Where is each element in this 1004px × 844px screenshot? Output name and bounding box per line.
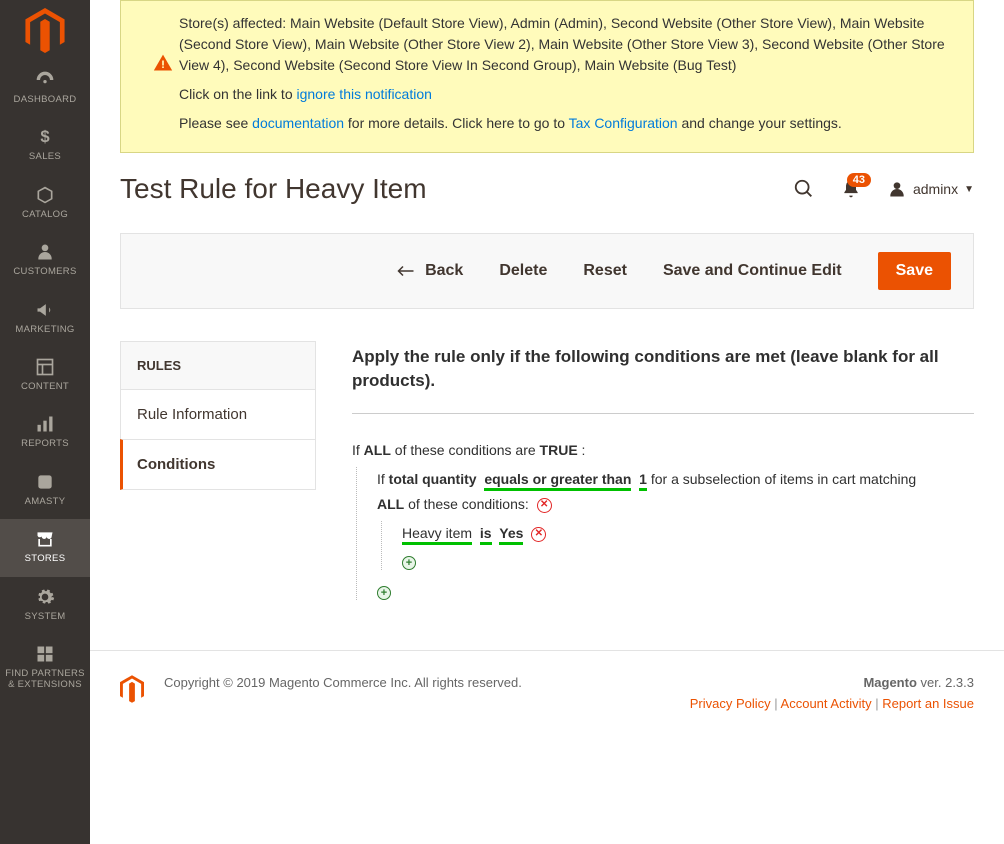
nav-dashboard[interactable]: DASHBOARD (0, 60, 90, 117)
operator-equals-or-greater[interactable]: equals or greater than (484, 471, 631, 491)
tabs-header: RULES (120, 341, 316, 390)
copyright-text: Copyright © 2019 Magento Commerce Inc. A… (164, 675, 670, 690)
save-button[interactable]: Save (878, 252, 951, 290)
add-condition-icon[interactable]: + (402, 556, 416, 570)
remove-condition-icon[interactable]: ✕ (531, 527, 546, 542)
chart-icon (35, 414, 55, 434)
value-yes[interactable]: Yes (499, 525, 523, 545)
system-notification: Store(s) affected: Main Website (Default… (120, 0, 974, 153)
back-button[interactable]: Back (397, 262, 463, 280)
nav-reports[interactable]: REPORTS (0, 404, 90, 461)
main-content: Store(s) affected: Main Website (Default… (90, 0, 1004, 844)
nav-marketing[interactable]: MARKETING (0, 290, 90, 347)
tab-rule-information[interactable]: Rule Information (120, 389, 316, 440)
side-tabs: RULES Rule Information Conditions (120, 341, 316, 600)
box-icon (35, 185, 55, 205)
notifications-button[interactable]: 43 (841, 179, 861, 199)
attribute-total-quantity[interactable]: total quantity (389, 471, 477, 487)
amasty-icon (35, 472, 55, 492)
magento-logo[interactable] (0, 0, 90, 60)
username: adminx (913, 181, 958, 197)
dollar-icon: $ (35, 127, 55, 147)
operator-is[interactable]: is (480, 525, 492, 545)
notification-stores: Store(s) affected: Main Website (Default… (179, 13, 957, 76)
conditions-panel: Apply the rule only if the following con… (352, 341, 974, 600)
conditions-heading: Apply the rule only if the following con… (352, 345, 974, 393)
layout-icon (35, 357, 55, 377)
store-icon (35, 529, 55, 549)
condition-heavy-item: Heavy item is Yes ✕ (402, 521, 974, 546)
delete-button[interactable]: Delete (499, 262, 547, 280)
privacy-policy-link[interactable]: Privacy Policy (690, 696, 771, 711)
nav-sales[interactable]: $SALES (0, 117, 90, 174)
ignore-notification-link[interactable]: ignore this notification (297, 86, 432, 102)
sub-aggregator-all[interactable]: ALL (377, 496, 404, 512)
nav-customers[interactable]: CUSTOMERS (0, 232, 90, 289)
person-icon (35, 242, 55, 262)
aggregator-all[interactable]: ALL (364, 442, 391, 458)
nav-stores[interactable]: STORES (0, 519, 90, 576)
megaphone-icon (35, 300, 55, 320)
condition-root: If ALL of these conditions are TRUE : (352, 438, 974, 463)
search-button[interactable] (793, 178, 815, 200)
page-title: Test Rule for Heavy Item (120, 173, 793, 205)
condition-subselection: If total quantity equals or greater than… (377, 467, 974, 517)
blocks-icon (35, 644, 55, 664)
user-dropdown[interactable]: adminx ▼ (887, 179, 974, 199)
user-icon (887, 179, 907, 199)
documentation-link[interactable]: documentation (252, 115, 344, 131)
nav-system[interactable]: SYSTEM (0, 577, 90, 634)
report-issue-link[interactable]: Report an Issue (882, 696, 974, 711)
nav-content[interactable]: CONTENT (0, 347, 90, 404)
account-activity-link[interactable]: Account Activity (781, 696, 872, 711)
aggregator-value-true[interactable]: TRUE (540, 442, 578, 458)
warning-icon (153, 53, 173, 79)
value-1[interactable]: 1 (639, 471, 647, 491)
svg-text:$: $ (40, 127, 50, 146)
page-footer: Copyright © 2019 Magento Commerce Inc. A… (90, 650, 1004, 735)
attribute-heavy-item[interactable]: Heavy item (402, 525, 472, 545)
admin-sidebar: DASHBOARD$SALESCATALOGCUSTOMERSMARKETING… (0, 0, 90, 844)
notification-badge: 43 (847, 173, 871, 187)
nav-amasty[interactable]: AMASTY (0, 462, 90, 519)
tab-conditions[interactable]: Conditions (120, 439, 316, 490)
tax-configuration-link[interactable]: Tax Configuration (569, 115, 678, 131)
gear-icon (35, 587, 55, 607)
nav-find-partners-extensions[interactable]: FIND PARTNERS & EXTENSIONS (0, 634, 90, 703)
reset-button[interactable]: Reset (583, 262, 627, 280)
save-continue-button[interactable]: Save and Continue Edit (663, 262, 842, 280)
add-condition-icon[interactable]: + (377, 586, 391, 600)
remove-condition-icon[interactable]: ✕ (537, 498, 552, 513)
magento-logo-footer (120, 675, 144, 706)
nav-catalog[interactable]: CATALOG (0, 175, 90, 232)
chevron-down-icon: ▼ (964, 184, 974, 195)
arrow-left-icon (397, 264, 415, 278)
action-bar: Back Delete Reset Save and Continue Edit… (120, 233, 974, 309)
dashboard-icon (35, 70, 55, 90)
